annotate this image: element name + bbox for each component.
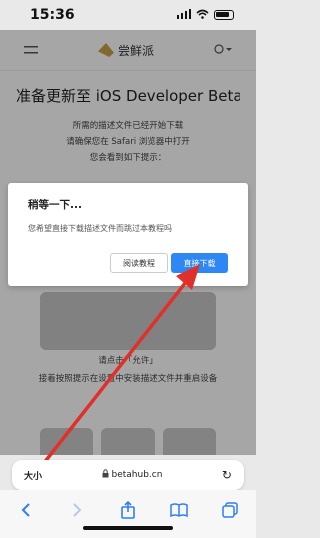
home-indicator [83, 526, 173, 530]
status-bar: 15:36 [0, 0, 256, 30]
signal-icon [177, 8, 191, 22]
status-icons [177, 8, 234, 22]
browser-toolbar [0, 490, 256, 538]
wifi-icon [196, 9, 209, 22]
lock-icon [102, 469, 109, 481]
battery-icon [214, 10, 234, 20]
share-icon[interactable] [115, 499, 141, 521]
url-display[interactable]: betahub.cn [102, 469, 163, 481]
forward-icon[interactable] [64, 499, 90, 521]
tabs-icon[interactable] [217, 499, 243, 521]
download-dialog: 稍等一下... 您希望直接下载描述文件而跳过本教程吗 阅读教程 直接下载 [8, 183, 248, 286]
dialog-message: 您希望直接下载描述文件而跳过本教程吗 [28, 224, 172, 233]
reload-icon[interactable]: ↻ [222, 468, 232, 482]
direct-download-button[interactable]: 直接下载 [171, 253, 228, 273]
address-bar[interactable]: 大小 betahub.cn ↻ [12, 460, 244, 490]
text-size-button[interactable]: 大小 [24, 469, 42, 482]
url-text: betahub.cn [111, 470, 163, 480]
back-icon[interactable] [13, 499, 39, 521]
bookmarks-icon[interactable] [166, 499, 192, 521]
dialog-title: 稍等一下... [28, 199, 82, 211]
read-tutorial-button[interactable]: 阅读教程 [110, 253, 168, 273]
status-time: 15:36 [30, 7, 75, 23]
